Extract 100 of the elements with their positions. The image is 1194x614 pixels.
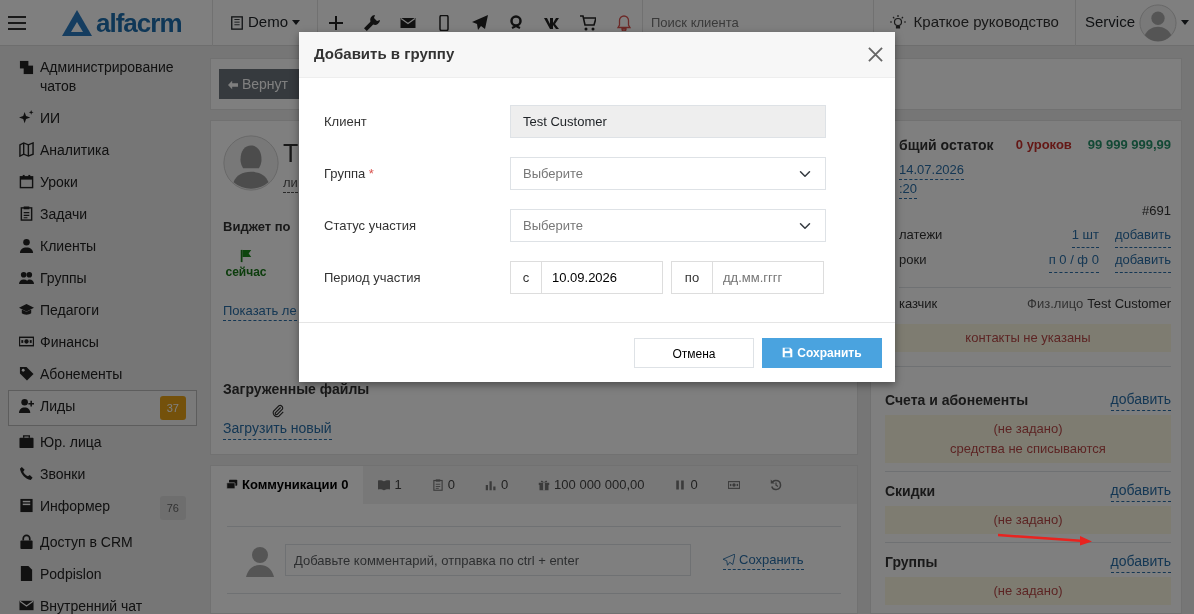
field-label: Статус участия: [324, 216, 417, 235]
sidebar-item[interactable]: Podpislon: [8, 558, 197, 590]
tab[interactable]: 0: [659, 466, 713, 504]
upload-link[interactable]: Загрузить новый: [223, 418, 332, 440]
flag-icon: [239, 248, 253, 263]
empty-note: (не задано): [885, 577, 1171, 605]
status-tile[interactable]: сейчас: [223, 244, 269, 285]
map-icon: [19, 142, 34, 157]
add-link[interactable]: добавить: [1114, 248, 1171, 273]
paper-plane-icon[interactable]: [472, 14, 488, 31]
client-field[interactable]: Test Customer: [510, 105, 826, 138]
avatar-icon: [1139, 3, 1177, 42]
clipboard-icon: [19, 206, 34, 221]
count-link[interactable]: 1 шт: [1071, 223, 1099, 248]
tag-icon: [19, 366, 34, 381]
add-link[interactable]: добавить: [1114, 223, 1171, 248]
save-button[interactable]: Сохранить: [762, 337, 882, 368]
paperclip-icon: [271, 404, 285, 418]
mobile-phone-icon[interactable]: [436, 14, 452, 31]
ring-icon[interactable]: [508, 14, 524, 31]
add-link[interactable]: добавить: [1110, 389, 1171, 411]
sidebar-item[interactable]: Педагоги: [8, 294, 197, 326]
comment-field[interactable]: Добавьте комментарий, отправка по ctrl + enter: [285, 544, 691, 576]
sparkle-icon: [19, 110, 34, 125]
briefcase-icon: [19, 434, 34, 449]
lessons-left: 0 уроков: [1015, 136, 1072, 154]
sidebar-item[interactable]: Доступ в CRM: [8, 526, 197, 558]
caret-icon: [292, 20, 300, 25]
payer-name: Test Customer: [1087, 295, 1171, 313]
sidebar-item[interactable]: Администрирование чатов: [8, 52, 197, 102]
sidebar-item[interactable]: Внутренний чат: [8, 590, 197, 614]
cart-icon[interactable]: [580, 14, 596, 31]
branch-dropdown[interactable]: Demo: [221, 6, 309, 39]
date-link[interactable]: 14.07.2026: [899, 161, 965, 180]
field-label: Период участия: [324, 268, 422, 287]
field-label: Клиент: [324, 112, 368, 131]
tab[interactable]: 1: [363, 466, 417, 504]
files-title: Загруженные файлы: [223, 380, 370, 399]
close-icon[interactable]: [868, 47, 883, 62]
date-field[interactable]: дд.мм.гггг: [713, 261, 824, 294]
squares-icon: [19, 60, 34, 75]
calendar-icon: [19, 174, 34, 189]
guide-link[interactable]: Краткое руководство: [873, 11, 1075, 34]
lock-icon: [19, 534, 34, 549]
field-label: Группа *: [324, 164, 375, 183]
tab[interactable]: 100 000 000,00: [523, 466, 660, 504]
person-plus-icon: [19, 398, 34, 413]
add-link[interactable]: добавить: [1110, 480, 1171, 502]
book-icon: [378, 479, 391, 491]
paper-plane-icon: [723, 553, 735, 566]
client-name: Т: [283, 138, 299, 169]
save-comment-link[interactable]: Сохранить: [723, 549, 804, 571]
brand-name: alfacrm: [96, 9, 182, 36]
row-label: роки: [899, 251, 927, 269]
section-title: Группы: [885, 552, 938, 572]
date-field[interactable]: 10.09.2026: [542, 261, 663, 294]
dialog-title: Добавить в группу: [314, 44, 455, 65]
sidebar-item[interactable]: Звонки: [8, 458, 197, 490]
sidebar-item[interactable]: Юр. лица: [8, 426, 197, 458]
clipboard-icon: [431, 479, 444, 491]
wrench-icon[interactable]: [364, 14, 380, 31]
tab[interactable]: 0: [416, 466, 470, 504]
dropdown-select[interactable]: Выберите: [510, 209, 826, 242]
sidebar-item[interactable]: Задачи: [8, 198, 197, 230]
triangle-logo-icon: [62, 9, 92, 36]
phone-icon: [19, 466, 34, 481]
empty-note: (не задано): [885, 506, 1171, 534]
banknote-icon: [727, 479, 740, 491]
section-title: Счета и абонементы: [885, 390, 1029, 410]
tab[interactable]: 0: [469, 466, 524, 504]
pause-icon: [674, 479, 687, 491]
cancel-button[interactable]: Отмена: [634, 337, 754, 368]
row-label: латежи: [899, 226, 943, 244]
chat-bubbles-icon: [226, 479, 238, 491]
file-icon: [19, 566, 34, 581]
lightbulb-icon: [889, 14, 906, 31]
count-link[interactable]: п 0 / ф 0: [1048, 248, 1099, 273]
tab[interactable]: Коммуникации 0: [211, 466, 364, 504]
dropdown-select[interactable]: Выберите: [510, 157, 826, 190]
add-link[interactable]: добавить: [1110, 551, 1171, 573]
subtitle-link[interactable]: ли: [283, 172, 298, 193]
plus-icon[interactable]: [328, 14, 344, 31]
sidebar-item[interactable]: Группы: [8, 262, 197, 294]
empty-note: (не задано) средства не списываются: [885, 415, 1171, 463]
from-label: с: [510, 261, 542, 294]
sidebar-item[interactable]: ИИ: [8, 102, 197, 134]
sidebar-item[interactable]: Абонементы: [8, 358, 197, 390]
sidebar-item[interactable]: Финансы: [8, 326, 197, 358]
sidebar-item[interactable]: Клиенты: [8, 230, 197, 262]
sidebar-item[interactable]: Лиды 37: [8, 390, 197, 426]
show-link[interactable]: Показать ле: [223, 300, 297, 321]
sidebar-item[interactable]: Аналитика: [8, 134, 197, 166]
time-link[interactable]: :20: [899, 180, 918, 199]
sidebar-item[interactable]: Уроки: [8, 166, 197, 198]
graduation-cap-icon: [19, 302, 34, 317]
bell-icon[interactable]: [616, 14, 632, 31]
payer-label: казчик: [899, 295, 938, 313]
menu-icon[interactable]: [8, 13, 26, 32]
section-title: Скидки: [885, 481, 936, 501]
people-icon: [19, 270, 34, 285]
